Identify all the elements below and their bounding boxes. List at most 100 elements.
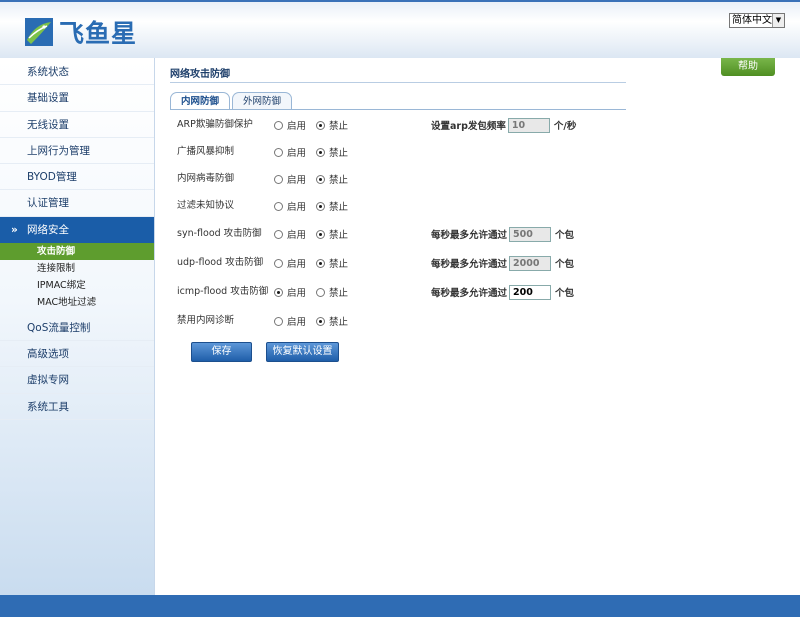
double-chevron-icon: » xyxy=(11,223,18,236)
enable-radio[interactable] xyxy=(274,229,283,239)
sidebar-item-wireless[interactable]: 无线设置 xyxy=(0,112,154,138)
row-label: 广播风暴抑制 xyxy=(177,146,235,157)
divider xyxy=(170,109,626,110)
tab-bar: 内网防御 外网防御 xyxy=(170,92,294,110)
disable-label: 禁止 xyxy=(329,230,349,241)
arp-rate-label: 设置arp发包频率 xyxy=(431,121,506,132)
enable-radio[interactable] xyxy=(274,120,283,130)
arp-rate-setting: 设置arp发包频率 10 个/秒 xyxy=(431,117,576,133)
syn-flood-options: 启用 禁止 xyxy=(274,226,348,242)
enable-label: 启用 xyxy=(287,259,307,270)
row-label: icmp-flood 攻击防御 xyxy=(177,286,269,297)
disable-label: 禁止 xyxy=(329,317,349,328)
syn-limit-label: 每秒最多允许通过 xyxy=(431,230,508,241)
logo: 飞鱼星 xyxy=(25,14,137,50)
enable-radio[interactable] xyxy=(274,287,283,297)
enable-label: 启用 xyxy=(287,121,307,132)
icmp-limit-input[interactable]: 200 xyxy=(509,284,552,300)
sidebar-sub-connection-limit[interactable]: 连接限制 xyxy=(0,260,154,277)
disable-label: 禁止 xyxy=(329,259,349,270)
enable-radio[interactable] xyxy=(274,147,283,157)
sidebar-item-auth[interactable]: 认证管理 xyxy=(0,190,154,217)
enable-label: 启用 xyxy=(287,148,307,159)
disable-radio[interactable] xyxy=(316,120,326,130)
enable-radio[interactable] xyxy=(274,258,283,268)
disable-radio[interactable] xyxy=(316,201,326,211)
sidebar-item-advanced[interactable]: 高级选项 xyxy=(0,341,154,368)
sidebar: 系统状态 基础设置 无线设置 上网行为管理 BYOD管理 认证管理 » 网络安全 … xyxy=(0,58,155,595)
syn-limit-setting: 每秒最多允许通过 500 个包 xyxy=(431,226,574,242)
virus-defense-options: 启用 禁止 xyxy=(274,171,348,187)
row-label: 过滤未知协议 xyxy=(177,200,235,211)
udp-limit-label: 每秒最多允许通过 xyxy=(431,259,508,270)
enable-label: 启用 xyxy=(287,288,307,299)
enable-label: 启用 xyxy=(287,230,307,241)
disable-label: 禁止 xyxy=(329,288,349,299)
sidebar-sub-mac-filter[interactable]: MAC地址过滤 xyxy=(0,294,154,311)
row-label: 内网病毒防御 xyxy=(177,173,235,184)
main-content: 帮助 网络攻击防御 内网防御 外网防御 ARP欺骗防御保护 启用 禁止 设置ar… xyxy=(156,58,800,595)
sidebar-sub-attack-defense[interactable]: 攻击防御 xyxy=(0,242,154,260)
udp-flood-options: 启用 禁止 xyxy=(274,255,348,271)
fish-logo-icon xyxy=(25,18,53,46)
sidebar-item-behavior-mgmt[interactable]: 上网行为管理 xyxy=(0,138,154,165)
disable-label: 禁止 xyxy=(329,175,349,186)
sidebar-sub-ipmac-binding[interactable]: IPMAC绑定 xyxy=(0,277,154,294)
udp-limit-input[interactable]: 2000 xyxy=(509,255,552,271)
chevron-down-icon: ▼ xyxy=(772,14,784,27)
sidebar-item-qos[interactable]: QoS流量控制 xyxy=(0,315,154,342)
enable-radio[interactable] xyxy=(274,201,283,211)
sidebar-item-vpn[interactable]: 虚拟专网 xyxy=(0,367,154,394)
enable-label: 启用 xyxy=(287,317,307,328)
disable-radio[interactable] xyxy=(316,316,326,326)
sidebar-item-basic-settings[interactable]: 基础设置 xyxy=(0,85,154,112)
page-title: 网络攻击防御 xyxy=(170,69,230,80)
tab-lan-defense[interactable]: 内网防御 xyxy=(170,92,231,110)
row-label: 禁用内网诊断 xyxy=(177,315,235,326)
sidebar-item-label: 网络安全 xyxy=(27,223,69,236)
syn-limit-unit: 个包 xyxy=(555,230,575,241)
sidebar-item-network-security[interactable]: » 网络安全 xyxy=(0,216,154,243)
icmp-limit-unit: 个包 xyxy=(555,288,575,299)
sidebar-item-system-tools[interactable]: 系统工具 xyxy=(0,394,154,420)
disable-label: 禁止 xyxy=(329,148,349,159)
icmp-limit-label: 每秒最多允许通过 xyxy=(431,288,508,299)
disable-radio[interactable] xyxy=(316,229,326,239)
lan-diagnosis-options: 启用 禁止 xyxy=(274,313,348,329)
udp-limit-setting: 每秒最多允许通过 2000 个包 xyxy=(431,255,574,271)
arp-defense-options: 启用 禁止 xyxy=(274,117,348,133)
row-label: udp-flood 攻击防御 xyxy=(177,257,264,268)
language-value: 简体中文 xyxy=(732,15,772,26)
help-button[interactable]: 帮助 xyxy=(721,58,775,76)
disable-radio[interactable] xyxy=(316,147,326,157)
footer-bar xyxy=(0,595,800,617)
sidebar-item-byod[interactable]: BYOD管理 xyxy=(0,164,154,191)
disable-radio[interactable] xyxy=(316,258,326,268)
save-button[interactable]: 保存 xyxy=(191,342,252,362)
arp-rate-unit: 个/秒 xyxy=(553,121,577,132)
row-label: ARP欺骗防御保护 xyxy=(177,119,253,130)
tab-wan-defense[interactable]: 外网防御 xyxy=(232,92,293,110)
disable-label: 禁止 xyxy=(329,202,349,213)
disable-radio[interactable] xyxy=(316,174,326,184)
logo-text: 飞鱼星 xyxy=(59,19,138,48)
sidebar-item-system-status[interactable]: 系统状态 xyxy=(0,59,154,86)
unknown-protocol-options: 启用 禁止 xyxy=(274,198,348,214)
restore-defaults-button[interactable]: 恢复默认设置 xyxy=(266,342,339,362)
udp-limit-unit: 个包 xyxy=(555,259,575,270)
language-select[interactable]: 简体中文 ▼ xyxy=(729,13,785,28)
enable-label: 启用 xyxy=(287,202,307,213)
arp-rate-input[interactable]: 10 xyxy=(507,117,550,133)
row-label: syn-flood 攻击防御 xyxy=(177,228,262,239)
disable-label: 禁止 xyxy=(329,121,349,132)
icmp-flood-options: 启用 禁止 xyxy=(274,284,348,300)
icmp-limit-setting: 每秒最多允许通过 200 个包 xyxy=(431,284,574,300)
syn-limit-input[interactable]: 500 xyxy=(509,226,552,242)
enable-radio[interactable] xyxy=(274,316,283,326)
enable-radio[interactable] xyxy=(274,174,283,184)
header: 飞鱼星 简体中文 ▼ xyxy=(0,0,800,58)
disable-radio[interactable] xyxy=(316,287,326,297)
enable-label: 启用 xyxy=(287,175,307,186)
broadcast-storm-options: 启用 禁止 xyxy=(274,144,348,160)
divider xyxy=(170,82,626,83)
